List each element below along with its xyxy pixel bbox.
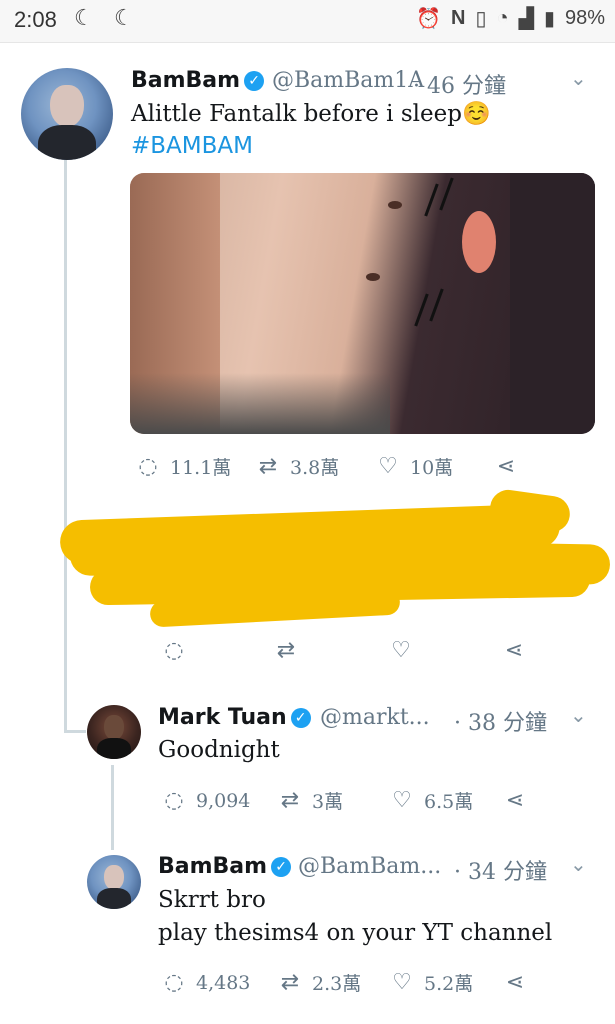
do-not-disturb-icon: ☾	[74, 6, 94, 31]
heart-icon: ♡	[392, 970, 412, 995]
thread-line-connector	[64, 730, 86, 733]
chevron-down-icon[interactable]: ⌄	[570, 852, 587, 876]
like-button[interactable]: ♡ 6.5萬	[388, 787, 501, 814]
status-icons: ⏰ N ▯ ◔ ▟ ▮ 98%	[416, 6, 605, 31]
reply-icon: ◌	[164, 638, 184, 663]
author-handle[interactable]: @markt...	[320, 705, 430, 730]
verified-badge-icon: ✓	[290, 708, 311, 728]
signal-icon: ▟	[518, 8, 534, 30]
tweet-text-line-2: play thesims4 on your YT channel	[158, 920, 553, 946]
retweet-icon: ⇄	[280, 970, 300, 995]
chevron-down-icon[interactable]: ⌄	[570, 66, 587, 90]
retweet-button[interactable]: ⇄ 3.8萬	[254, 453, 374, 480]
author-name[interactable]: BamBam ✓	[131, 68, 265, 93]
tweet-time: · 34 分鐘	[454, 860, 547, 885]
author-name[interactable]: BamBam ✓	[158, 854, 292, 879]
heart-icon: ♡	[392, 788, 412, 813]
tweet-time: · 46 分鐘	[413, 74, 506, 99]
avatar[interactable]	[87, 855, 141, 909]
verified-badge-icon: ✓	[244, 71, 265, 91]
tweet-actions: ◌ 9,094 ⇄ 3萬 ♡ 6.5萬 ⋖	[160, 787, 529, 814]
nfc-icon: N	[451, 7, 466, 29]
share-button[interactable]: ⋖	[501, 788, 529, 813]
thread-line	[111, 765, 114, 850]
heart-icon: ♡	[391, 638, 411, 663]
reply-button[interactable]: ◌	[160, 638, 272, 663]
share-icon: ⋖	[496, 454, 516, 479]
tweet-text: Alittle Fantalk before i sleep☺️	[131, 101, 491, 127]
like-button[interactable]: ♡	[387, 638, 500, 663]
author-name[interactable]: Mark Tuan ✓	[158, 705, 311, 730]
battery-level: 98%	[564, 7, 605, 29]
author-handle[interactable]: @BamBam1A	[272, 68, 424, 93]
share-icon: ⋖	[505, 970, 525, 995]
share-icon: ⋖	[505, 788, 525, 813]
tweet-time: · 38 分鐘	[454, 711, 547, 736]
like-button[interactable]: ♡ 5.2萬	[388, 969, 501, 996]
tweet-text-line-1: Skrrt bro	[158, 887, 266, 913]
retweet-button[interactable]: ⇄ 3萬	[276, 787, 388, 814]
author-handle[interactable]: @BamBam...	[298, 854, 441, 879]
thread-line	[64, 160, 67, 732]
clock: 2:08	[14, 7, 57, 32]
battery-icon: ▮	[543, 8, 555, 30]
reply-button[interactable]: ◌ 4,483	[160, 970, 276, 995]
avatar[interactable]	[87, 705, 141, 759]
alarm-icon: ⏰	[416, 8, 441, 30]
retweet-icon: ⇄	[280, 788, 300, 813]
chevron-down-icon[interactable]: ⌄	[570, 703, 587, 727]
retweet-icon: ⇄	[258, 454, 278, 479]
share-button[interactable]: ⋖	[500, 638, 528, 663]
like-button[interactable]: ♡ 10萬	[374, 453, 492, 480]
moon-icon: ☾	[114, 6, 134, 31]
share-button[interactable]: ⋖	[501, 970, 529, 995]
reply-icon: ◌	[164, 788, 184, 813]
tweet-photo[interactable]	[130, 173, 595, 434]
reply-button[interactable]: ◌ 9,094	[160, 788, 276, 813]
status-bar: 2:08 ☾ ☾ ⏰ N ▯ ◔ ▟ ▮ 98%	[0, 0, 615, 43]
reply-icon: ◌	[164, 970, 184, 995]
retweet-button[interactable]: ⇄ 2.3萬	[276, 969, 388, 996]
heart-icon: ♡	[378, 454, 398, 479]
reply-button[interactable]: ◌ 11.1萬	[134, 453, 254, 480]
verified-badge-icon: ✓	[271, 857, 292, 877]
avatar[interactable]	[21, 68, 113, 160]
reply-icon: ◌	[138, 454, 158, 479]
wifi-icon: ◔	[496, 7, 509, 29]
share-button[interactable]: ⋖	[492, 454, 520, 479]
tweet-text: Goodnight	[158, 737, 280, 763]
tweet-actions: ◌ 11.1萬 ⇄ 3.8萬 ♡ 10萬 ⋖	[134, 453, 520, 480]
retweet-button[interactable]: ⇄	[272, 638, 387, 663]
share-icon: ⋖	[504, 638, 524, 663]
hashtag-link[interactable]: #BAMBAM	[131, 133, 253, 159]
tweet-actions: ◌ ⇄ ♡ ⋖	[160, 638, 528, 663]
tweet-actions: ◌ 4,483 ⇄ 2.3萬 ♡ 5.2萬 ⋖	[160, 969, 529, 996]
vibrate-icon: ▯	[475, 8, 487, 30]
retweet-icon: ⇄	[276, 638, 296, 663]
